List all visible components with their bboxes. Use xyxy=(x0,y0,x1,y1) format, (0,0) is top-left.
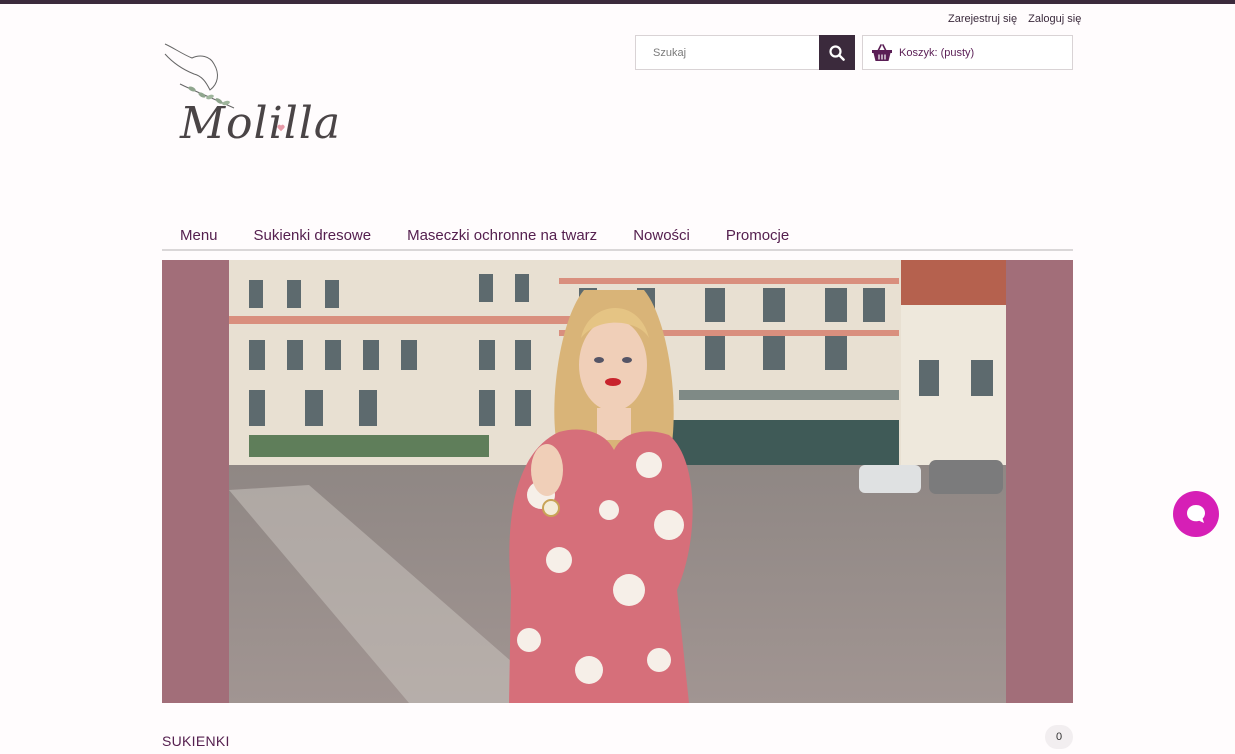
main-navigation: Menu Sukienki dresowe Maseczki ochronne … xyxy=(162,224,1073,251)
nav-item-sukienki-dresowe[interactable]: Sukienki dresowe xyxy=(254,224,372,249)
section-title: SUKIENKI xyxy=(162,733,230,749)
search-input[interactable] xyxy=(635,35,819,70)
nav-item-maseczki[interactable]: Maseczki ochronne na twarz xyxy=(407,224,597,249)
register-link[interactable]: Zarejestruj się xyxy=(948,13,1017,25)
cart-button[interactable]: Koszyk: (pusty) xyxy=(862,35,1073,70)
search-icon xyxy=(829,44,845,61)
logo[interactable]: Molilla xyxy=(162,40,378,160)
nav-item-promocje[interactable]: Promocje xyxy=(726,224,789,249)
cart-label: Koszyk: (pusty) xyxy=(899,46,975,59)
login-link[interactable]: Zaloguj się xyxy=(1028,13,1081,25)
hero-banner[interactable] xyxy=(162,260,1073,703)
chat-icon xyxy=(1187,505,1205,523)
nav-item-nowosci[interactable]: Nowości xyxy=(633,224,690,249)
banner-photo xyxy=(229,260,1006,703)
search-bar xyxy=(635,35,855,70)
search-button[interactable] xyxy=(819,35,855,70)
top-accent-bar xyxy=(0,0,1235,4)
logo-heart-icon xyxy=(277,124,285,132)
basket-icon xyxy=(872,43,892,61)
nav-item-menu[interactable]: Menu xyxy=(180,224,218,249)
account-links: Zarejestruj się Zaloguj się xyxy=(944,13,1085,25)
product-count-badge: 0 xyxy=(1045,725,1073,749)
logo-text: Molilla xyxy=(180,98,342,149)
chat-button[interactable] xyxy=(1173,491,1219,537)
